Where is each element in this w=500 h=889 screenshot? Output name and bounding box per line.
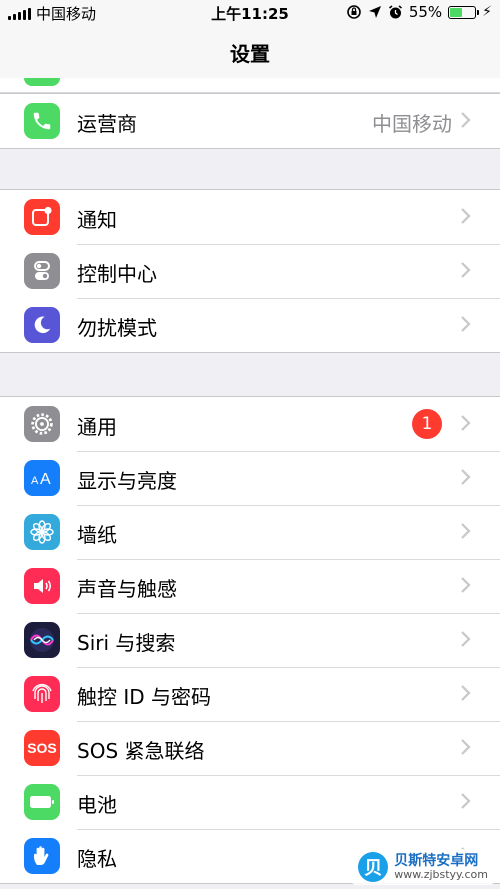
settings-row-label: 通知 [77,208,117,232]
navigation-bar: 设置 [0,26,500,79]
chevron-right-icon [461,469,471,485]
fingerprint-icon [24,676,60,712]
settings-row-control-center[interactable]: 控制中心 [0,244,500,298]
chevron-right-icon [461,523,471,539]
settings-row-label: 墙纸 [77,523,117,547]
notifications-icon [24,199,60,235]
chevron-right-icon [461,739,471,755]
page-title: 设置 [230,42,270,66]
chevron-right-icon [461,316,471,332]
chevron-right-icon [461,262,471,278]
settings-group-notifications: 通知 控制中心 勿扰模式 [0,189,500,353]
settings-row-carrier[interactable]: 运营商 中国移动 [0,94,500,148]
text-size-icon: AA [24,460,60,496]
settings-row-label: Siri 与搜索 [77,631,176,655]
site-watermark: 贝 贝斯特安卓网 www.zjbstyy.com [352,849,494,885]
status-bar: 中国移动 上午11:25 55% ⚡ [0,0,500,26]
update-badge: 1 [412,409,442,439]
settings-row-battery[interactable]: 电池 [0,775,500,829]
settings-row-label: 声音与触感 [77,577,177,601]
settings-row-label: 隐私 [77,847,117,871]
status-right-icons: 55% ⚡ [346,3,492,21]
chevron-right-icon [461,793,471,809]
settings-row-notifications[interactable]: 通知 [0,190,500,244]
gear-icon [24,406,60,442]
settings-row-label: 控制中心 [77,262,157,286]
chevron-right-icon [461,208,471,224]
chevron-right-icon [461,112,471,128]
settings-row-label: 运营商 [77,112,137,136]
sos-icon-text: SOS [27,740,57,756]
moon-icon [24,307,60,343]
partial-row-icon [24,78,60,86]
settings-row-label: 电池 [77,793,117,817]
battery-icon [24,784,60,820]
charging-icon: ⚡ [482,4,492,20]
list-item-partial[interactable] [0,78,500,93]
speaker-icon [24,568,60,604]
battery-percent: 55% [408,3,443,21]
siri-icon [24,622,60,658]
settings-row-wallpaper[interactable]: 墙纸 [0,505,500,559]
settings-row-label: 显示与亮度 [77,469,177,493]
settings-row-general[interactable]: 通用 1 [0,397,500,451]
hand-icon [24,838,60,874]
settings-row-touch-id[interactable]: 触控 ID 与密码 [0,667,500,721]
chevron-right-icon [461,577,471,593]
watermark-url: www.zjbstyy.com [394,868,488,881]
settings-row-do-not-disturb[interactable]: 勿扰模式 [0,298,500,352]
watermark-logo-icon: 贝 [358,852,389,882]
sos-icon: SOS [24,730,60,766]
settings-row-siri[interactable]: Siri 与搜索 [0,613,500,667]
chevron-right-icon [461,631,471,647]
rotation-lock-icon [347,5,361,19]
settings-row-label: 通用 [77,415,117,439]
settings-row-label: 勿扰模式 [77,316,157,340]
phone-icon [24,103,60,139]
flower-icon [24,514,60,550]
location-icon [368,6,381,18]
settings-row-display[interactable]: AA 显示与亮度 [0,451,500,505]
svg-text:A: A [31,475,39,487]
settings-group-general: 通用 1 AA 显示与亮度 墙纸 声音与触感 Siri 与搜索 触控 ID 与密… [0,396,500,884]
watermark-name: 贝斯特安卓网 [394,853,479,869]
chevron-right-icon [461,415,471,431]
settings-row-label: 触控 ID 与密码 [77,685,212,709]
settings-row-sounds[interactable]: 声音与触感 [0,559,500,613]
chevron-right-icon [461,685,471,701]
settings-group-carrier: 运营商 中国移动 [0,93,500,149]
control-center-icon [24,253,60,289]
alarm-icon [388,4,402,18]
battery-status-icon [448,5,480,19]
settings-row-value: 中国移动 [372,112,452,136]
settings-row-sos[interactable]: SOS SOS 紧急联络 [0,721,500,775]
svg-text:A: A [40,471,51,488]
settings-row-label: SOS 紧急联络 [77,739,205,763]
